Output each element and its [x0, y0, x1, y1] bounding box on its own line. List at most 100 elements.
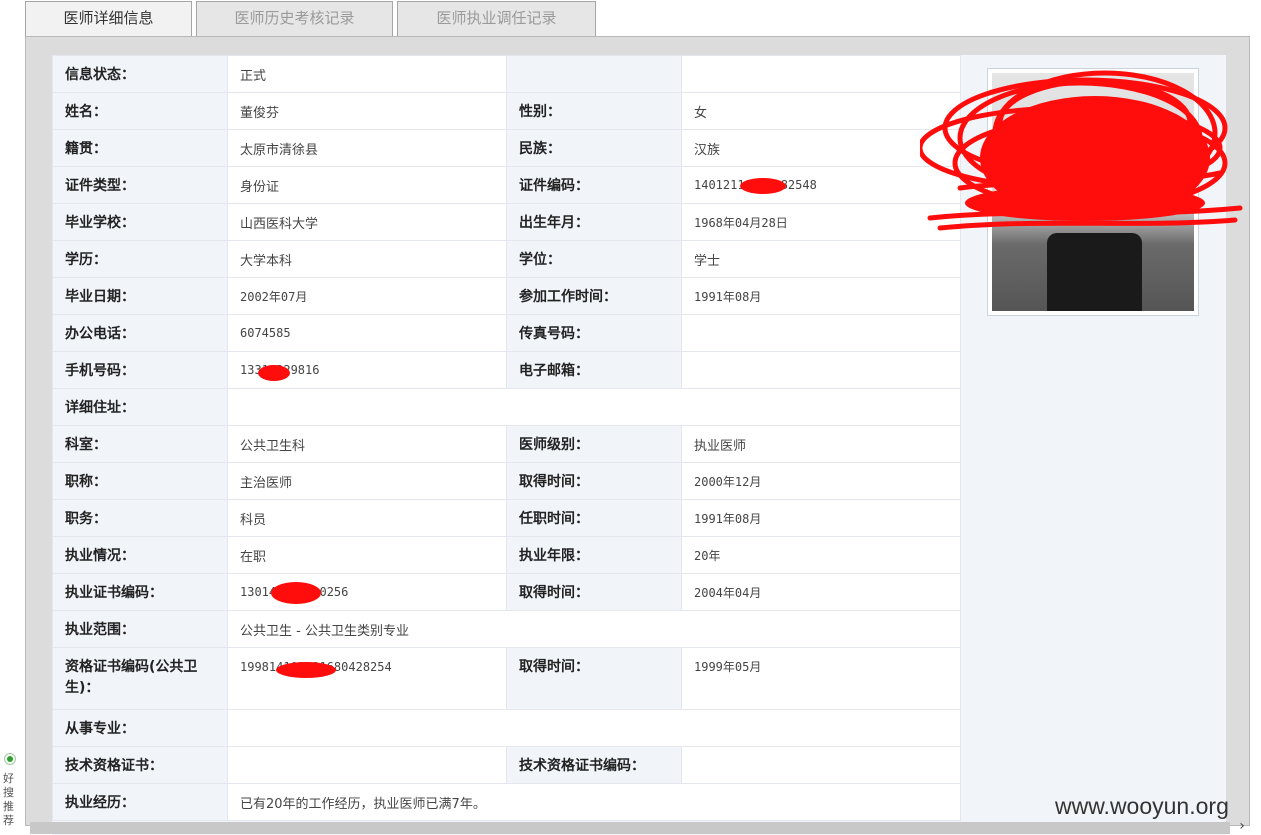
field-label: 取得时间：: [506, 462, 682, 500]
field-value: 已有20年的工作经历，执业医师已满7年。: [227, 783, 961, 821]
field-label: 取得时间：: [506, 647, 682, 710]
field-value: [681, 351, 961, 389]
field-label: 籍贯：: [52, 129, 228, 167]
field-value: 学士: [681, 240, 961, 278]
table-row: 从事专业：: [52, 709, 961, 747]
doctor-info-table: 信息状态： 正式 姓名： 董俊芬 性别：女籍贯： 太原市清徐县 民族： 汉族 证件类型： 身份证证…: [52, 55, 961, 821]
field-value: [227, 746, 507, 784]
field-value: 主治医师: [227, 462, 507, 500]
field-label: 参加工作时间：: [506, 277, 682, 315]
field-label: 科室：: [52, 425, 228, 463]
field-value: 公共卫生 - 公共卫生类别专业: [227, 610, 961, 648]
table-row: 毕业日期： 2002年07月 参加工作时间： 1991年08月: [52, 277, 961, 315]
table-row: 毕业学校： 山西医科大学 出生年月： 1968年04月28日: [52, 203, 961, 241]
field-value: 14012119682282548: [681, 166, 961, 204]
field-value: 执业医师: [681, 425, 961, 463]
table-row: 执业经历： 已有20年的工作经历，执业医师已满7年。: [52, 783, 961, 821]
field-value: [681, 746, 961, 784]
field-value: 20年: [681, 536, 961, 574]
field-label: 性别：: [506, 92, 682, 130]
phone-redaction: [258, 365, 290, 381]
field-value: [227, 388, 961, 426]
field-label: 职务：: [52, 499, 228, 537]
side-widget-label: 好搜推荐: [3, 772, 14, 827]
field-label: 证件编码：: [506, 166, 682, 204]
field-value: 山西医科大学: [227, 203, 507, 241]
tab-bar: 医师详细信息 医师历史考核记录 医师执业调任记录: [25, 0, 1251, 37]
field-value: 大学本科: [227, 240, 507, 278]
table-row: 详细住址：: [52, 388, 961, 426]
field-label: 学历：: [52, 240, 228, 278]
field-value: 在职: [227, 536, 507, 574]
side-widget[interactable]: 好搜推荐: [0, 748, 20, 835]
field-value: [681, 55, 961, 93]
field-label: 毕业日期：: [52, 277, 228, 315]
tab-transfer-records[interactable]: 医师执业调任记录: [397, 1, 596, 36]
field-label: 执业年限：: [506, 536, 682, 574]
field-label: 毕业学校：: [52, 203, 228, 241]
field-value: 汉族: [681, 129, 961, 167]
field-label: 从事专业：: [52, 709, 228, 747]
photo-redaction-scribble: [920, 70, 1243, 231]
table-row: 证件类型：身份证证件编码：14012119682282548: [52, 166, 961, 204]
chevron-right-icon[interactable]: ›: [1234, 818, 1250, 835]
field-label: 民族：: [506, 129, 682, 167]
field-label: 学位：: [506, 240, 682, 278]
table-row: 技术资格证书： 技术资格证书编码：: [52, 746, 961, 784]
table-row: 资格证书编码(公共卫生)：199814100021680428254取得时间：1…: [52, 647, 961, 710]
field-value: 1991年08月: [681, 277, 961, 315]
field-value: 董俊芬: [227, 92, 507, 130]
field-label: [506, 55, 682, 93]
field-value: 科员: [227, 499, 507, 537]
field-label: 取得时间：: [506, 573, 682, 611]
horizontal-scrollbar[interactable]: [30, 822, 1230, 834]
field-label: 执业情况：: [52, 536, 228, 574]
field-value: 太原市清徐县: [227, 129, 507, 167]
field-label: 信息状态：: [52, 55, 228, 93]
license-redaction: [271, 582, 321, 604]
qualification-redaction: [276, 662, 336, 678]
field-value: 130140000000256: [227, 573, 507, 611]
field-label: 办公电话：: [52, 314, 228, 352]
field-value: 1999年05月: [681, 647, 961, 710]
field-label: 执业范围：: [52, 610, 228, 648]
id-number-redaction: [740, 178, 786, 194]
tab-doctor-details[interactable]: 医师详细信息: [25, 1, 192, 37]
field-label: 出生年月：: [506, 203, 682, 241]
table-row: 信息状态： 正式: [52, 55, 961, 93]
table-row: 职务： 科员 任职时间： 1991年08月: [52, 499, 961, 537]
field-label: 技术资格证书编码：: [506, 746, 682, 784]
field-value: 2004年04月: [681, 573, 961, 611]
field-label: 执业经历：: [52, 783, 228, 821]
field-label: 姓名：: [52, 92, 228, 130]
table-row: 科室： 公共卫生科 医师级别： 执业医师: [52, 425, 961, 463]
status-dot-icon: [4, 753, 16, 765]
table-row: 手机号码：13312329816电子邮箱：: [52, 351, 961, 389]
field-value: 身份证: [227, 166, 507, 204]
field-label: 证件类型：: [52, 166, 228, 204]
field-value: 2002年07月: [227, 277, 507, 315]
field-value: 1968年04月28日: [681, 203, 961, 241]
table-row: 执业证书编码：130140000000256取得时间：2004年04月: [52, 573, 961, 611]
field-value: [227, 709, 961, 747]
field-label: 职称：: [52, 462, 228, 500]
table-row: 执业范围： 公共卫生 - 公共卫生类别专业: [52, 610, 961, 648]
field-value: 1991年08月: [681, 499, 961, 537]
table-row: 学历： 大学本科 学位： 学士: [52, 240, 961, 278]
tab-history-assessment[interactable]: 医师历史考核记录: [196, 1, 393, 36]
watermark: www.wooyun.org: [1055, 793, 1229, 819]
field-label: 手机号码：: [52, 351, 228, 389]
table-row: 执业情况： 在职 执业年限： 20年: [52, 536, 961, 574]
field-value: 正式: [227, 55, 507, 93]
field-label: 技术资格证书：: [52, 746, 228, 784]
field-value: [681, 314, 961, 352]
table-row: 姓名： 董俊芬 性别：女: [52, 92, 961, 130]
table-row: 办公电话： 6074585 传真号码：: [52, 314, 961, 352]
field-value: 199814100021680428254: [227, 647, 507, 710]
table-row: 职称： 主治医师 取得时间： 2000年12月: [52, 462, 961, 500]
field-value: 2000年12月: [681, 462, 961, 500]
field-value: 6074585: [227, 314, 507, 352]
field-value: 公共卫生科: [227, 425, 507, 463]
field-label: 医师级别：: [506, 425, 682, 463]
field-label: 详细住址：: [52, 388, 228, 426]
